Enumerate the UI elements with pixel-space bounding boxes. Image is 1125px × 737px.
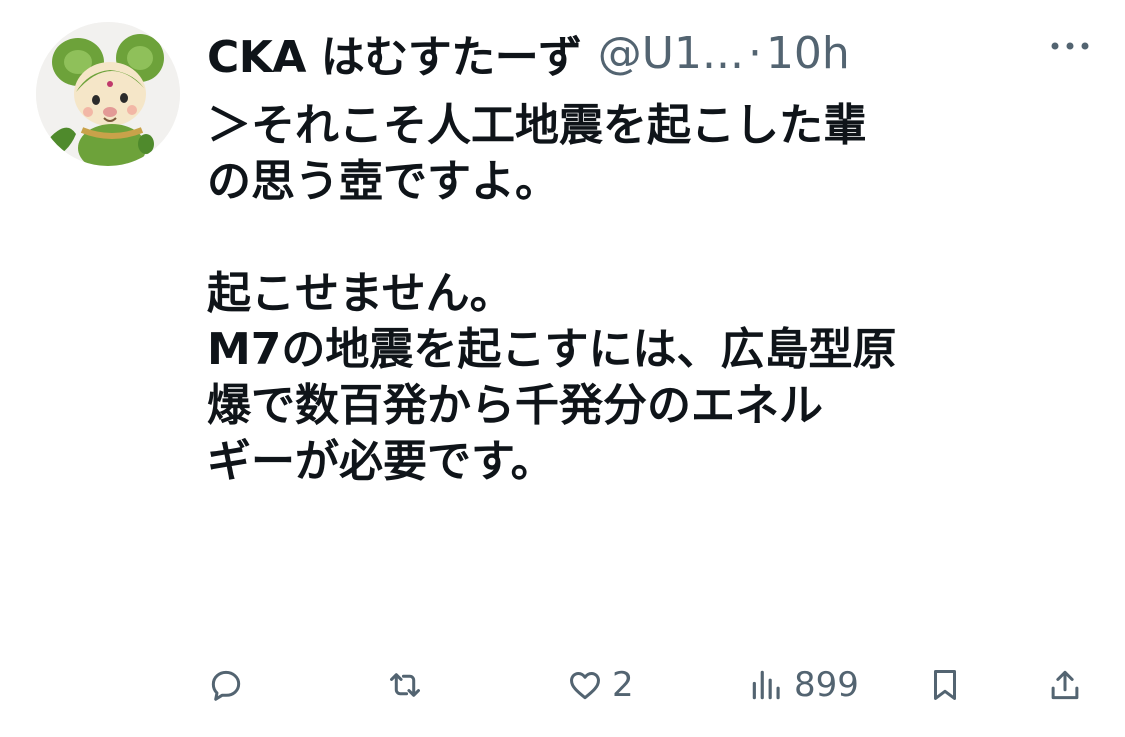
views-button[interactable]: 899 [748, 655, 859, 715]
avatar-image [36, 22, 180, 166]
more-button[interactable] [1045, 18, 1095, 74]
action-bar: 2 899 [0, 655, 1125, 715]
share-button[interactable] [1046, 655, 1084, 715]
bookmark-icon [933, 670, 957, 700]
avatar[interactable] [36, 22, 180, 166]
views-count: 899 [794, 665, 859, 705]
tweet-line: ギーが必要です。 [207, 436, 555, 487]
author-handle[interactable]: @U1... [598, 28, 744, 79]
tweet-line: ＞それこそ人工地震を起こした輩 [207, 100, 867, 151]
like-button[interactable]: 2 [566, 655, 634, 715]
tweet-timestamp[interactable]: 10h [766, 28, 850, 79]
reply-icon [211, 670, 241, 701]
author-name[interactable]: CKA はむすたーず [207, 21, 582, 85]
reply-button[interactable] [207, 655, 253, 715]
separator-dot: · [747, 27, 762, 79]
bookmark-button[interactable] [926, 655, 964, 715]
retweet-icon [390, 673, 420, 697]
tweet-line: M7の地震を起こすには、広島型原 [207, 324, 897, 375]
more-icon [1051, 42, 1089, 50]
retweet-button[interactable] [386, 655, 432, 715]
heart-icon [570, 671, 600, 700]
tweet-line: の思う壺ですよ。 [207, 156, 559, 207]
like-count: 2 [612, 665, 634, 705]
tweet-header: CKA はむすたーず @U1... · 10h [207, 18, 1095, 88]
tweet-line: 起こせません。 [207, 268, 514, 319]
views-icon [752, 670, 780, 700]
tweet-line: 爆で数百発から千発分のエネル [207, 380, 823, 431]
tweet-text: ＞それこそ人工地震を起こした輩 の思う壺ですよ。 起こせません。 M7の地震を起… [207, 98, 1087, 490]
share-icon [1051, 670, 1079, 700]
